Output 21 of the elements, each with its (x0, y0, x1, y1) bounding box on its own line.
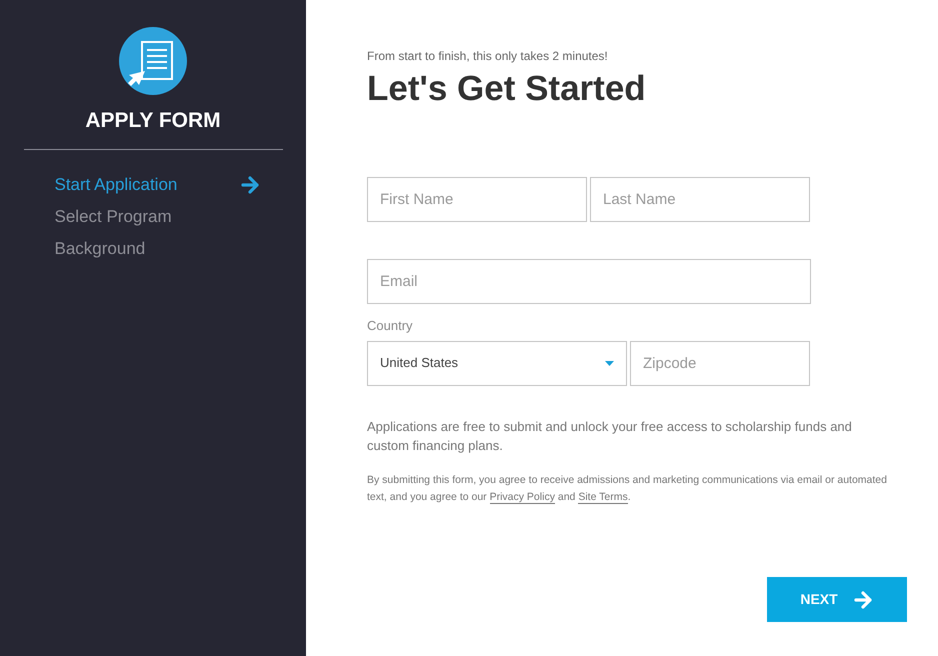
next-button[interactable]: NEXT (767, 577, 907, 622)
consent-text: By submitting this form, you agree to receive admissions and marketing communications via email or automated text, and you agree to our Privacy Policy and Site Terms. (367, 472, 888, 506)
last-name-field[interactable]: Last Name (590, 177, 810, 222)
policy-link[interactable]: Site Terms (578, 490, 628, 504)
country-label: Country (367, 317, 414, 335)
sidebar-step[interactable]: Background (54, 233, 260, 265)
arrow-right-icon (240, 176, 260, 194)
country-select[interactable]: United States (367, 340, 627, 386)
page-heading: Let's Get Started (367, 68, 647, 110)
sidebar-step[interactable]: Start Application (54, 169, 260, 201)
tagline: From start to finish, this only takes 2 minutes! (367, 48, 609, 65)
arrow-right-icon (854, 590, 874, 608)
first-name-field[interactable]: First Name (367, 177, 587, 222)
sidebar-step[interactable]: Select Program (54, 201, 260, 233)
zipcode-field[interactable]: Zipcode (630, 340, 810, 386)
caret-icon (605, 360, 614, 366)
policy-link[interactable]: Privacy Policy (490, 490, 555, 504)
form-logo-icon (119, 27, 187, 95)
email-field[interactable]: Email (367, 259, 811, 304)
sidebar-title: APPLY FORM (85, 108, 221, 134)
info-text: Applications are free to submit and unlock your free access to scholarship funds and custom financing plans. (367, 418, 853, 454)
